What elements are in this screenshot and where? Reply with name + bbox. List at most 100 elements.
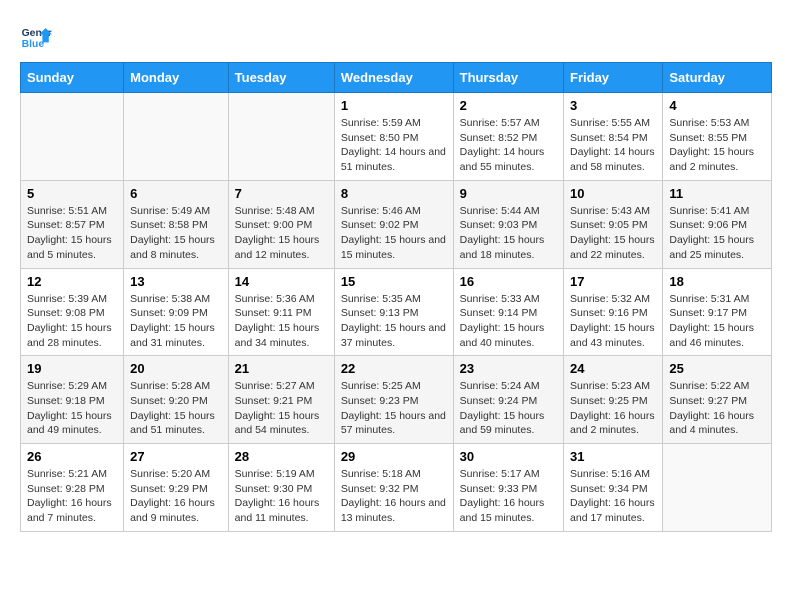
daylight-text: Daylight: 15 hours and 18 minutes. [460, 233, 557, 262]
sunrise-text: Sunrise: 5:51 AM [27, 204, 117, 219]
sunrise-text: Sunrise: 5:23 AM [570, 379, 656, 394]
sunset-text: Sunset: 9:08 PM [27, 306, 117, 321]
sunset-text: Sunset: 9:30 PM [235, 482, 328, 497]
calendar-cell: 16Sunrise: 5:33 AMSunset: 9:14 PMDayligh… [453, 268, 563, 356]
daylight-text: Daylight: 16 hours and 2 minutes. [570, 409, 656, 438]
calendar-cell [663, 444, 772, 532]
daylight-text: Daylight: 15 hours and 15 minutes. [341, 233, 447, 262]
sunrise-text: Sunrise: 5:43 AM [570, 204, 656, 219]
day-number: 17 [570, 274, 656, 289]
daylight-text: Daylight: 15 hours and 43 minutes. [570, 321, 656, 350]
calendar-cell: 12Sunrise: 5:39 AMSunset: 9:08 PMDayligh… [21, 268, 124, 356]
sunrise-text: Sunrise: 5:33 AM [460, 292, 557, 307]
day-info: Sunrise: 5:44 AMSunset: 9:03 PMDaylight:… [460, 204, 557, 263]
sunset-text: Sunset: 9:29 PM [130, 482, 222, 497]
daylight-text: Daylight: 15 hours and 54 minutes. [235, 409, 328, 438]
day-number: 28 [235, 449, 328, 464]
daylight-text: Daylight: 15 hours and 12 minutes. [235, 233, 328, 262]
daylight-text: Daylight: 16 hours and 15 minutes. [460, 496, 557, 525]
svg-text:Blue: Blue [22, 39, 45, 50]
daylight-text: Daylight: 16 hours and 9 minutes. [130, 496, 222, 525]
day-info: Sunrise: 5:49 AMSunset: 8:58 PMDaylight:… [130, 204, 222, 263]
calendar-cell: 26Sunrise: 5:21 AMSunset: 9:28 PMDayligh… [21, 444, 124, 532]
sunset-text: Sunset: 8:50 PM [341, 131, 447, 146]
sunset-text: Sunset: 9:21 PM [235, 394, 328, 409]
day-info: Sunrise: 5:43 AMSunset: 9:05 PMDaylight:… [570, 204, 656, 263]
daylight-text: Daylight: 15 hours and 46 minutes. [669, 321, 765, 350]
day-number: 27 [130, 449, 222, 464]
day-info: Sunrise: 5:38 AMSunset: 9:09 PMDaylight:… [130, 292, 222, 351]
calendar-cell [228, 93, 334, 181]
day-number: 15 [341, 274, 447, 289]
sunset-text: Sunset: 9:14 PM [460, 306, 557, 321]
day-info: Sunrise: 5:29 AMSunset: 9:18 PMDaylight:… [27, 379, 117, 438]
sunrise-text: Sunrise: 5:41 AM [669, 204, 765, 219]
day-info: Sunrise: 5:35 AMSunset: 9:13 PMDaylight:… [341, 292, 447, 351]
sunset-text: Sunset: 9:34 PM [570, 482, 656, 497]
day-info: Sunrise: 5:27 AMSunset: 9:21 PMDaylight:… [235, 379, 328, 438]
sunset-text: Sunset: 9:13 PM [341, 306, 447, 321]
sunrise-text: Sunrise: 5:32 AM [570, 292, 656, 307]
calendar-cell: 10 Sunrise: 5:43 AMSunset: 9:05 PMDayligh… [564, 180, 663, 268]
sunrise-text: Sunrise: 5:20 AM [130, 467, 222, 482]
sunrise-text: Sunrise: 5:57 AM [460, 116, 557, 131]
sunrise-text: Sunrise: 5:49 AM [130, 204, 222, 219]
sunset-text: Sunset: 8:52 PM [460, 131, 557, 146]
day-info: Sunrise: 5:19 AMSunset: 9:30 PMDaylight:… [235, 467, 328, 526]
calendar-cell [21, 93, 124, 181]
week-row-4: 19Sunrise: 5:29 AMSunset: 9:18 PMDayligh… [21, 356, 772, 444]
day-number: 6 [130, 186, 222, 201]
day-number: 23 [460, 361, 557, 376]
header-day-friday: Friday [564, 63, 663, 93]
sunset-text: Sunset: 9:17 PM [669, 306, 765, 321]
daylight-text: Daylight: 15 hours and 31 minutes. [130, 321, 222, 350]
day-number: 22 [341, 361, 447, 376]
calendar-cell: 22Sunrise: 5:25 AMSunset: 9:23 PMDayligh… [334, 356, 453, 444]
sunset-text: Sunset: 8:54 PM [570, 131, 656, 146]
sunset-text: Sunset: 9:20 PM [130, 394, 222, 409]
calendar-body: 1Sunrise: 5:59 AMSunset: 8:50 PMDaylight… [21, 93, 772, 532]
day-number: 20 [130, 361, 222, 376]
day-info: Sunrise: 5:31 AMSunset: 9:17 PMDaylight:… [669, 292, 765, 351]
day-info: Sunrise: 5:24 AMSunset: 9:24 PMDaylight:… [460, 379, 557, 438]
calendar-cell: 23 Sunrise: 5:24 AMSunset: 9:24 PMDayligh… [453, 356, 563, 444]
sunrise-text: Sunrise: 5:27 AM [235, 379, 328, 394]
calendar-cell [124, 93, 229, 181]
week-row-5: 26Sunrise: 5:21 AMSunset: 9:28 PMDayligh… [21, 444, 772, 532]
daylight-text: Daylight: 16 hours and 4 minutes. [669, 409, 765, 438]
header-day-tuesday: Tuesday [228, 63, 334, 93]
calendar-cell: 28 Sunrise: 5:19 AMSunset: 9:30 PMDayligh… [228, 444, 334, 532]
week-row-2: 5Sunrise: 5:51 AMSunset: 8:57 PMDaylight… [21, 180, 772, 268]
daylight-text: Daylight: 15 hours and 8 minutes. [130, 233, 222, 262]
calendar-cell: 15 Sunrise: 5:35 AMSunset: 9:13 PMDayligh… [334, 268, 453, 356]
day-number: 10 [570, 186, 656, 201]
week-row-1: 1Sunrise: 5:59 AMSunset: 8:50 PMDaylight… [21, 93, 772, 181]
header-day-sunday: Sunday [21, 63, 124, 93]
calendar-cell: 6 Sunrise: 5:49 AMSunset: 8:58 PMDaylight… [124, 180, 229, 268]
sunrise-text: Sunrise: 5:21 AM [27, 467, 117, 482]
calendar-header: SundayMondayTuesdayWednesdayThursdayFrid… [21, 63, 772, 93]
calendar-cell: 21Sunrise: 5:27 AMSunset: 9:21 PMDayligh… [228, 356, 334, 444]
day-number: 16 [460, 274, 557, 289]
day-number: 25 [669, 361, 765, 376]
day-info: Sunrise: 5:51 AMSunset: 8:57 PMDaylight:… [27, 204, 117, 263]
sunrise-text: Sunrise: 5:17 AM [460, 467, 557, 482]
day-info: Sunrise: 5:57 AMSunset: 8:52 PMDaylight:… [460, 116, 557, 175]
sunrise-text: Sunrise: 5:38 AM [130, 292, 222, 307]
day-number: 31 [570, 449, 656, 464]
daylight-text: Daylight: 15 hours and 5 minutes. [27, 233, 117, 262]
day-info: Sunrise: 5:39 AMSunset: 9:08 PMDaylight:… [27, 292, 117, 351]
daylight-text: Daylight: 15 hours and 2 minutes. [669, 145, 765, 174]
logo: General Blue [20, 20, 56, 52]
daylight-text: Daylight: 16 hours and 11 minutes. [235, 496, 328, 525]
week-row-3: 12Sunrise: 5:39 AMSunset: 9:08 PMDayligh… [21, 268, 772, 356]
calendar-cell: 30Sunrise: 5:17 AMSunset: 9:33 PMDayligh… [453, 444, 563, 532]
daylight-text: Daylight: 14 hours and 51 minutes. [341, 145, 447, 174]
calendar-cell: 17Sunrise: 5:32 AMSunset: 9:16 PMDayligh… [564, 268, 663, 356]
calendar-cell: 25Sunrise: 5:22 AMSunset: 9:27 PMDayligh… [663, 356, 772, 444]
sunrise-text: Sunrise: 5:44 AM [460, 204, 557, 219]
sunset-text: Sunset: 8:57 PM [27, 218, 117, 233]
calendar-cell: 27 Sunrise: 5:20 AMSunset: 9:29 PMDayligh… [124, 444, 229, 532]
sunset-text: Sunset: 9:09 PM [130, 306, 222, 321]
sunrise-text: Sunrise: 5:18 AM [341, 467, 447, 482]
